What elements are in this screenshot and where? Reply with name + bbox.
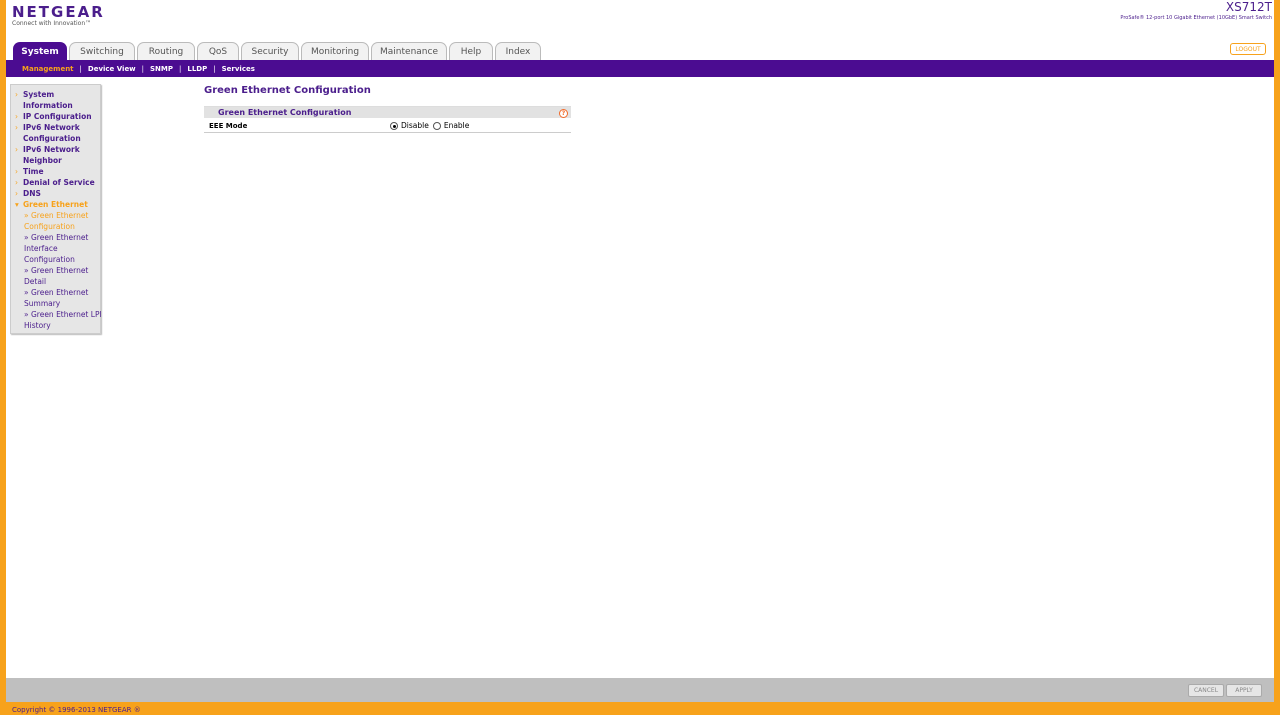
tab-routing[interactable]: Routing bbox=[137, 42, 195, 60]
sidebar-subitem-green-ethernet-detail[interactable]: » Green Ethernet Detail bbox=[24, 265, 102, 287]
sidebar-item-denial-of-service[interactable]: › Denial of Service bbox=[15, 177, 101, 188]
logout-button[interactable]: LOGOUT bbox=[1230, 43, 1266, 55]
arrow-down-icon: ▾ bbox=[15, 200, 19, 209]
arrow-right-icon: › bbox=[15, 145, 18, 154]
model-name: XS712T bbox=[1225, 0, 1272, 14]
eee-mode-radio-group: Disable Enable bbox=[390, 121, 473, 130]
eee-mode-label: EEE Mode bbox=[209, 122, 248, 130]
arrow-right-icon: › bbox=[15, 123, 18, 132]
arrow-right-icon: › bbox=[15, 90, 18, 99]
tab-monitoring[interactable]: Monitoring bbox=[301, 42, 369, 60]
sidebar-item-green-ethernet[interactable]: ▾ Green Ethernet bbox=[15, 199, 101, 210]
apply-button[interactable]: APPLY bbox=[1226, 684, 1262, 697]
subnav-lldp[interactable]: LLDP bbox=[181, 65, 213, 73]
page-frame: NETGEAR Connect with Innovation™ XS712T … bbox=[6, 0, 1274, 678]
panel-title: Green Ethernet Configuration bbox=[218, 108, 352, 117]
sidebar-subitem-green-ethernet-summary[interactable]: » Green Ethernet Summary bbox=[24, 287, 102, 309]
arrow-right-icon: › bbox=[15, 112, 18, 121]
subnav-device-view[interactable]: Device View bbox=[82, 65, 142, 73]
tab-help[interactable]: Help bbox=[449, 42, 493, 60]
tab-index[interactable]: Index bbox=[495, 42, 541, 60]
arrow-right-icon: › bbox=[15, 167, 18, 176]
cancel-button[interactable]: CANCEL bbox=[1188, 684, 1224, 697]
netgear-logo[interactable]: NETGEAR bbox=[12, 3, 105, 21]
green-ethernet-panel: Green Ethernet Configuration ? EEE Mode … bbox=[204, 106, 571, 133]
eee-mode-row: EEE Mode Disable Enable bbox=[204, 118, 571, 133]
sidebar: › System Information › IP Configuration › I… bbox=[10, 84, 102, 334]
help-icon[interactable]: ? bbox=[559, 109, 568, 118]
arrow-right-icon: › bbox=[15, 189, 18, 198]
sidebar-item-time[interactable]: › Time bbox=[15, 166, 101, 177]
arrow-right-icon: › bbox=[15, 178, 18, 187]
sidebar-item-ip-configuration[interactable]: › IP Configuration bbox=[15, 111, 101, 122]
subnav-services[interactable]: Services bbox=[216, 65, 261, 73]
sidebar-item-ipv6-network-configuration[interactable]: › IPv6 Network Configuration bbox=[15, 122, 101, 144]
sidebar-subitem-green-ethernet-configuration[interactable]: » Green Ethernet Configuration bbox=[24, 210, 102, 232]
copyright: Copyright © 1996-2013 NETGEAR ® bbox=[12, 706, 141, 714]
eee-disable-label: Disable bbox=[401, 121, 429, 130]
panel-header: Green Ethernet Configuration ? bbox=[204, 106, 571, 118]
sub-navigation: Management | Device View | SNMP | LLDP |… bbox=[6, 60, 1274, 77]
main-tabs: System Switching Routing QoS Security Mo… bbox=[13, 42, 541, 60]
sidebar-subitem-green-ethernet-interface-configuration[interactable]: » Green Ethernet Interface Configuration bbox=[24, 232, 102, 265]
model-description: ProSafe® 12-port 10 Gigabit Ethernet (10… bbox=[1120, 15, 1272, 21]
page-title: Green Ethernet Configuration bbox=[204, 85, 371, 96]
eee-enable-radio[interactable] bbox=[432, 121, 441, 130]
tab-qos[interactable]: QoS bbox=[197, 42, 239, 60]
tab-switching[interactable]: Switching bbox=[69, 42, 135, 60]
tab-system[interactable]: System bbox=[13, 42, 67, 60]
subnav-management[interactable]: Management bbox=[22, 65, 80, 73]
header: NETGEAR Connect with Innovation™ XS712T … bbox=[6, 0, 1274, 42]
sidebar-subitem-green-ethernet-lpi-history[interactable]: » Green Ethernet LPI History bbox=[24, 309, 102, 331]
eee-disable-radio[interactable] bbox=[390, 121, 398, 130]
sidebar-item-system-information[interactable]: › System Information bbox=[15, 89, 101, 111]
eee-enable-label: Enable bbox=[443, 121, 470, 130]
footer-bar bbox=[6, 678, 1274, 702]
tab-maintenance[interactable]: Maintenance bbox=[371, 42, 447, 60]
subnav-snmp[interactable]: SNMP bbox=[144, 65, 179, 73]
tagline: Connect with Innovation™ bbox=[12, 20, 92, 27]
sidebar-item-dns[interactable]: › DNS bbox=[15, 188, 101, 199]
tab-security[interactable]: Security bbox=[241, 42, 299, 60]
sidebar-item-ipv6-network-neighbor[interactable]: › IPv6 Network Neighbor bbox=[15, 144, 101, 166]
